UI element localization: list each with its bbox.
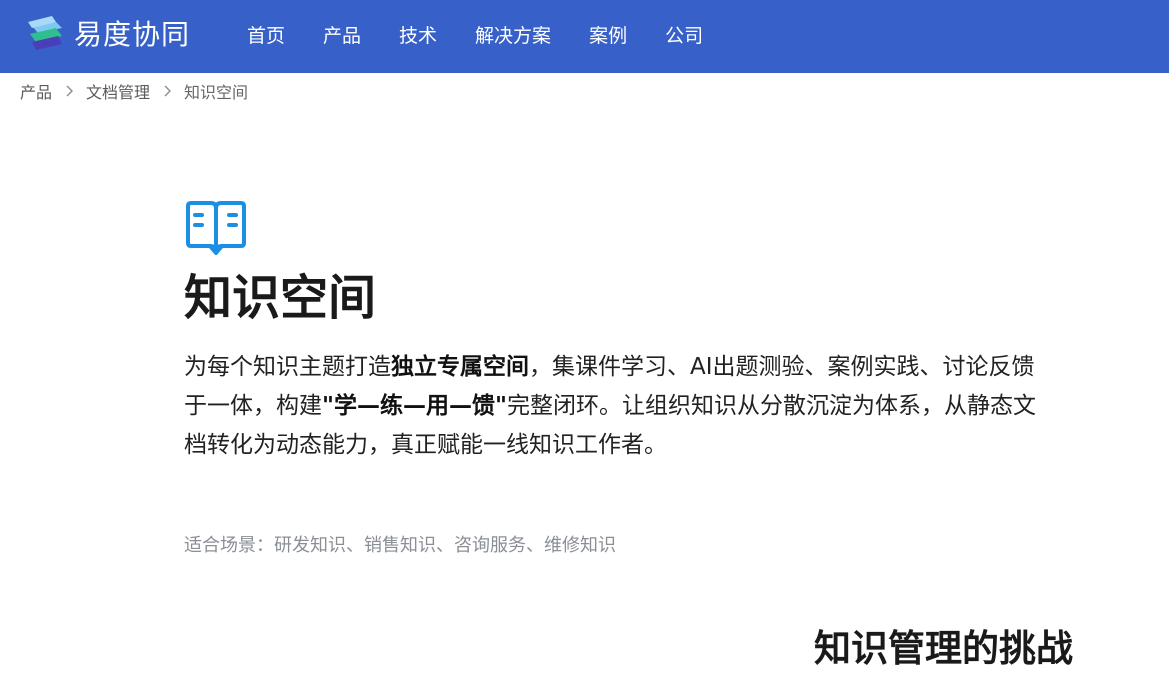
chevron-right-icon [60,82,78,100]
breadcrumb-current: 知识空间 [184,83,249,102]
brand-logo[interactable]: 易度协同 [26,12,190,54]
breadcrumb: 产品 文档管理 知识空间 [20,79,248,103]
desc-text-1: 为每个知识主题打造 [184,354,391,380]
page-title: 知识空间 [184,270,377,326]
nav-company[interactable]: 公司 [646,21,722,48]
breadcrumb-doc-management[interactable]: 文档管理 [86,79,150,103]
chevron-right-icon [158,82,176,100]
open-book-icon [184,200,1064,258]
hero-description: 为每个知识主题打造独立专属空间，集课件学习、AI出题测验、案例实践、讨论反馈于一… [184,348,1044,465]
top-navbar: 易度协同 首页 产品 技术 解决方案 案例 公司 [0,0,1169,73]
main-nav: 首页 产品 技术 解决方案 案例 公司 [228,0,722,68]
logo-stack-icon [26,12,68,54]
desc-bold-2: "学—练—用—馈" [322,393,507,419]
applicable-scenarios: 适合场景：研发知识、销售知识、咨询服务、维修知识 [184,535,616,556]
nav-technology[interactable]: 技术 [380,21,456,48]
desc-bold-1: 独立专属空间 [391,354,529,380]
nav-products[interactable]: 产品 [304,21,380,48]
nav-home[interactable]: 首页 [228,21,304,48]
nav-solutions[interactable]: 解决方案 [456,21,570,48]
challenges-section-title: 知识管理的挑战 [814,627,1073,670]
nav-cases[interactable]: 案例 [570,21,646,48]
hero-section: 知识空间 为每个知识主题打造独立专属空间，集课件学习、AI出题测验、案例实践、讨… [184,200,1064,557]
logo-text: 易度协同 [74,18,191,51]
breadcrumb-products[interactable]: 产品 [20,79,52,103]
